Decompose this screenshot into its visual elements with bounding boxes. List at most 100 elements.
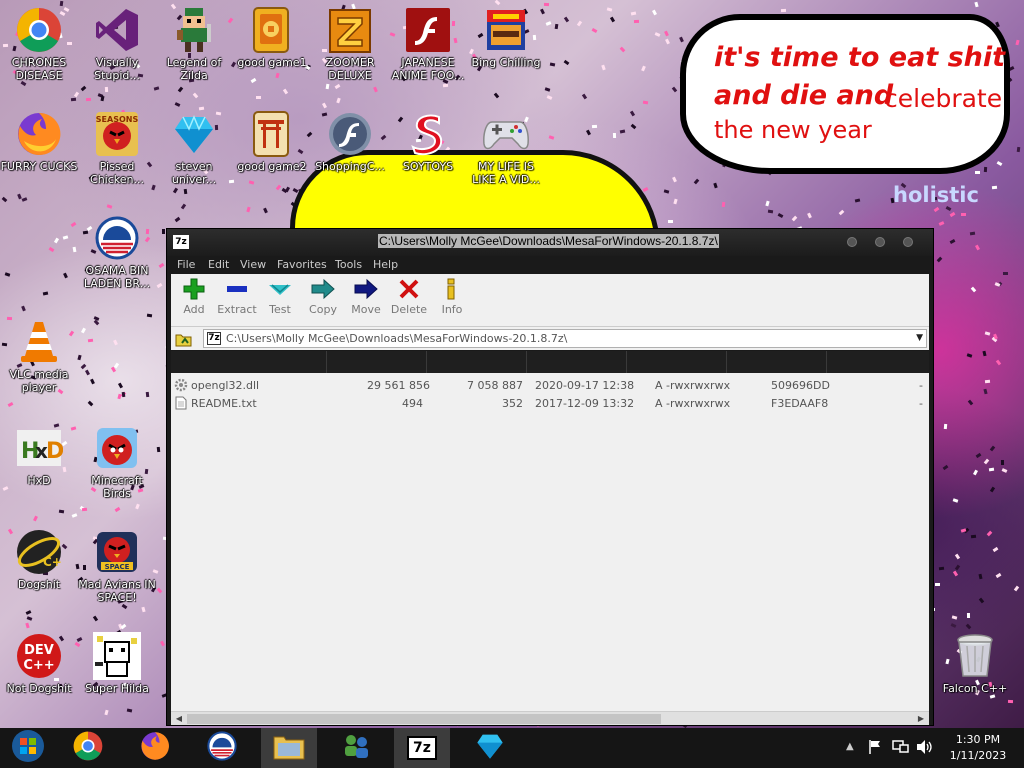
confetti-piece (145, 391, 150, 398)
info-button[interactable]: Info (429, 276, 475, 324)
horizontal-scrollbar[interactable]: ◀ ▶ (171, 711, 929, 725)
desktop-icon-super-hilda[interactable]: Super Hilda (78, 632, 156, 695)
menu-edit[interactable]: Edit (208, 258, 229, 271)
desktop-icon-vlc[interactable]: VLC media player (0, 318, 78, 394)
confetti-piece (21, 197, 28, 202)
desktop-icon-not-dogshit[interactable]: DEV C++ Not Dogshit (0, 632, 78, 695)
desktop-icon-falcon[interactable]: Falcon C++ (936, 632, 1014, 695)
table-row[interactable]: README.txt 494 352 2017-12-09 13:32 A -r… (171, 395, 929, 413)
desktop-icon-bing-chilling[interactable]: Bing Chilling (467, 6, 545, 69)
flag-icon[interactable] (868, 739, 882, 759)
desktop-icon-furry[interactable]: FURRY CUCKS (0, 110, 78, 173)
taskbar-diamond[interactable] (462, 728, 518, 768)
taskbar-obama[interactable] (194, 728, 250, 768)
scroll-left-arrow-icon[interactable]: ◀ (173, 713, 185, 725)
confetti-piece (934, 582, 941, 587)
desktop-icon-visual-studio[interactable]: Visually Stupid... (78, 6, 156, 82)
column-header-method[interactable] (827, 351, 929, 373)
desktop-icon-pissed-chicken[interactable]: SEASONS Pissed Chicken... (78, 110, 156, 186)
menu-help[interactable]: Help (373, 258, 398, 271)
folder-up-icon[interactable] (175, 331, 193, 347)
column-header-packed[interactable] (427, 351, 527, 373)
desktop-icon-dogshit[interactable]: C++ Dogshit (0, 528, 78, 591)
copy-button[interactable]: Copy (300, 276, 346, 324)
table-row[interactable]: opengl32.dll 29 561 856 7 058 887 2020-0… (171, 377, 929, 395)
path-text: C:\Users\Molly McGee\Downloads\MesaForWi… (226, 332, 568, 345)
desktop-icon-soytoys[interactable]: SOYTOYS (389, 110, 467, 173)
minimize-button[interactable] (847, 237, 857, 247)
taskbar-network[interactable] (328, 728, 384, 768)
menu-view[interactable]: View (240, 258, 266, 271)
network-icon[interactable] (892, 739, 910, 759)
confetti-piece (493, 92, 500, 99)
volume-icon[interactable] (916, 739, 934, 759)
taskbar-7zip[interactable]: 7z (394, 728, 450, 768)
desktop-icon-zoomer-deluxe[interactable]: ZOOMER DELUXE (311, 6, 389, 82)
system-clock[interactable]: 1:30 PM 1/11/2023 (940, 732, 1016, 764)
confetti-piece (767, 209, 774, 214)
taskbar-chrome[interactable] (60, 728, 116, 768)
desktop-icon-japanese-anime[interactable]: JAPANESE ANIME FOO... (389, 6, 467, 82)
move-button[interactable]: Move (343, 276, 389, 324)
7zip-window[interactable]: 7z C:\Users\Molly McGee\Downloads\MesaFo… (166, 228, 934, 726)
confetti-piece (160, 640, 165, 647)
file-list[interactable]: opengl32.dll 29 561 856 7 058 887 2020-0… (171, 351, 929, 711)
desktop-icon-mad-avians[interactable]: SPACE Mad Avians IN SPACE! (78, 528, 156, 604)
column-header-size[interactable] (327, 351, 427, 373)
path-combobox[interactable]: 7z C:\Users\Molly McGee\Downloads\MesaFo… (203, 329, 927, 348)
desktop-icon-steven[interactable]: steven univer... (155, 110, 233, 186)
recycle-bin-icon (951, 632, 999, 680)
confetti-piece (162, 229, 165, 234)
mahjong-tile-icon (248, 6, 296, 54)
test-button[interactable]: Test (257, 276, 303, 324)
chevron-down-icon[interactable]: ▼ (916, 333, 923, 343)
dev-cpp-icon: DEV C++ (15, 632, 63, 680)
confetti-piece (667, 219, 674, 224)
extract-button[interactable]: Extract (214, 276, 260, 324)
taskbar-file-explorer[interactable] (261, 728, 317, 768)
column-header-modified[interactable] (527, 351, 627, 373)
desktop-icon-osama[interactable]: OSAMA BIN LADEN BR... (78, 214, 156, 290)
confetti-piece (1001, 468, 1008, 473)
scroll-right-arrow-icon[interactable]: ▶ (915, 713, 927, 725)
desktop-icon-my-life[interactable]: MY LIFE IS LIKE A VID... (467, 110, 545, 186)
text-file-icon (175, 396, 187, 413)
column-header-attributes[interactable] (627, 351, 727, 373)
desktop-icon-hxd[interactable]: HxD HxD (0, 424, 78, 487)
delete-button[interactable]: Delete (386, 276, 432, 324)
column-header-name[interactable] (171, 351, 327, 373)
confetti-piece (126, 708, 133, 713)
window-titlebar[interactable]: 7z C:\Users\Molly McGee\Downloads\MesaFo… (167, 229, 933, 256)
confetti-piece (652, 9, 657, 16)
desktop-icon-chrones[interactable]: CHRONES DISEASE (0, 6, 78, 82)
confetti-piece (121, 603, 128, 610)
menu-favorites[interactable]: Favorites (277, 258, 327, 271)
confetti-piece (90, 378, 95, 385)
desktop-icon-shopping[interactable]: ShoppingC... (311, 110, 389, 173)
confetti-piece (1013, 585, 1020, 592)
menu-file[interactable]: File (177, 258, 195, 271)
confetti-piece (100, 95, 105, 102)
menu-tools[interactable]: Tools (335, 258, 362, 271)
close-button[interactable] (903, 237, 913, 247)
add-button[interactable]: Add (171, 276, 217, 324)
confetti-piece (48, 246, 55, 253)
desktop-icon-minecraft-birds[interactable]: Minecraft Birds (78, 424, 156, 500)
taskbar-firefox[interactable] (127, 728, 183, 768)
desktop-icon-good-game2[interactable]: good game2 (233, 110, 311, 173)
start-button[interactable] (0, 728, 56, 768)
desktop-icon-good-game1[interactable]: good game1 (233, 6, 311, 69)
column-header-crc[interactable] (727, 351, 827, 373)
scrollbar-thumb[interactable] (187, 714, 661, 724)
maximize-button[interactable] (875, 237, 885, 247)
confetti-piece (250, 77, 257, 84)
desktop-icon-label: HxD (27, 474, 51, 487)
chevron-up-icon[interactable]: ▲ (846, 741, 854, 752)
file-modified: 2020-09-17 12:38 (535, 379, 635, 392)
7zip-archive-icon: 7z (207, 332, 221, 345)
vlc-cone-icon (15, 318, 63, 366)
pixel-cat-icon (93, 632, 141, 680)
confetti-piece (671, 86, 678, 93)
confetti-piece (1002, 271, 1009, 276)
desktop-icon-legend-of-zilda[interactable]: Legend of Zilda (155, 6, 233, 82)
